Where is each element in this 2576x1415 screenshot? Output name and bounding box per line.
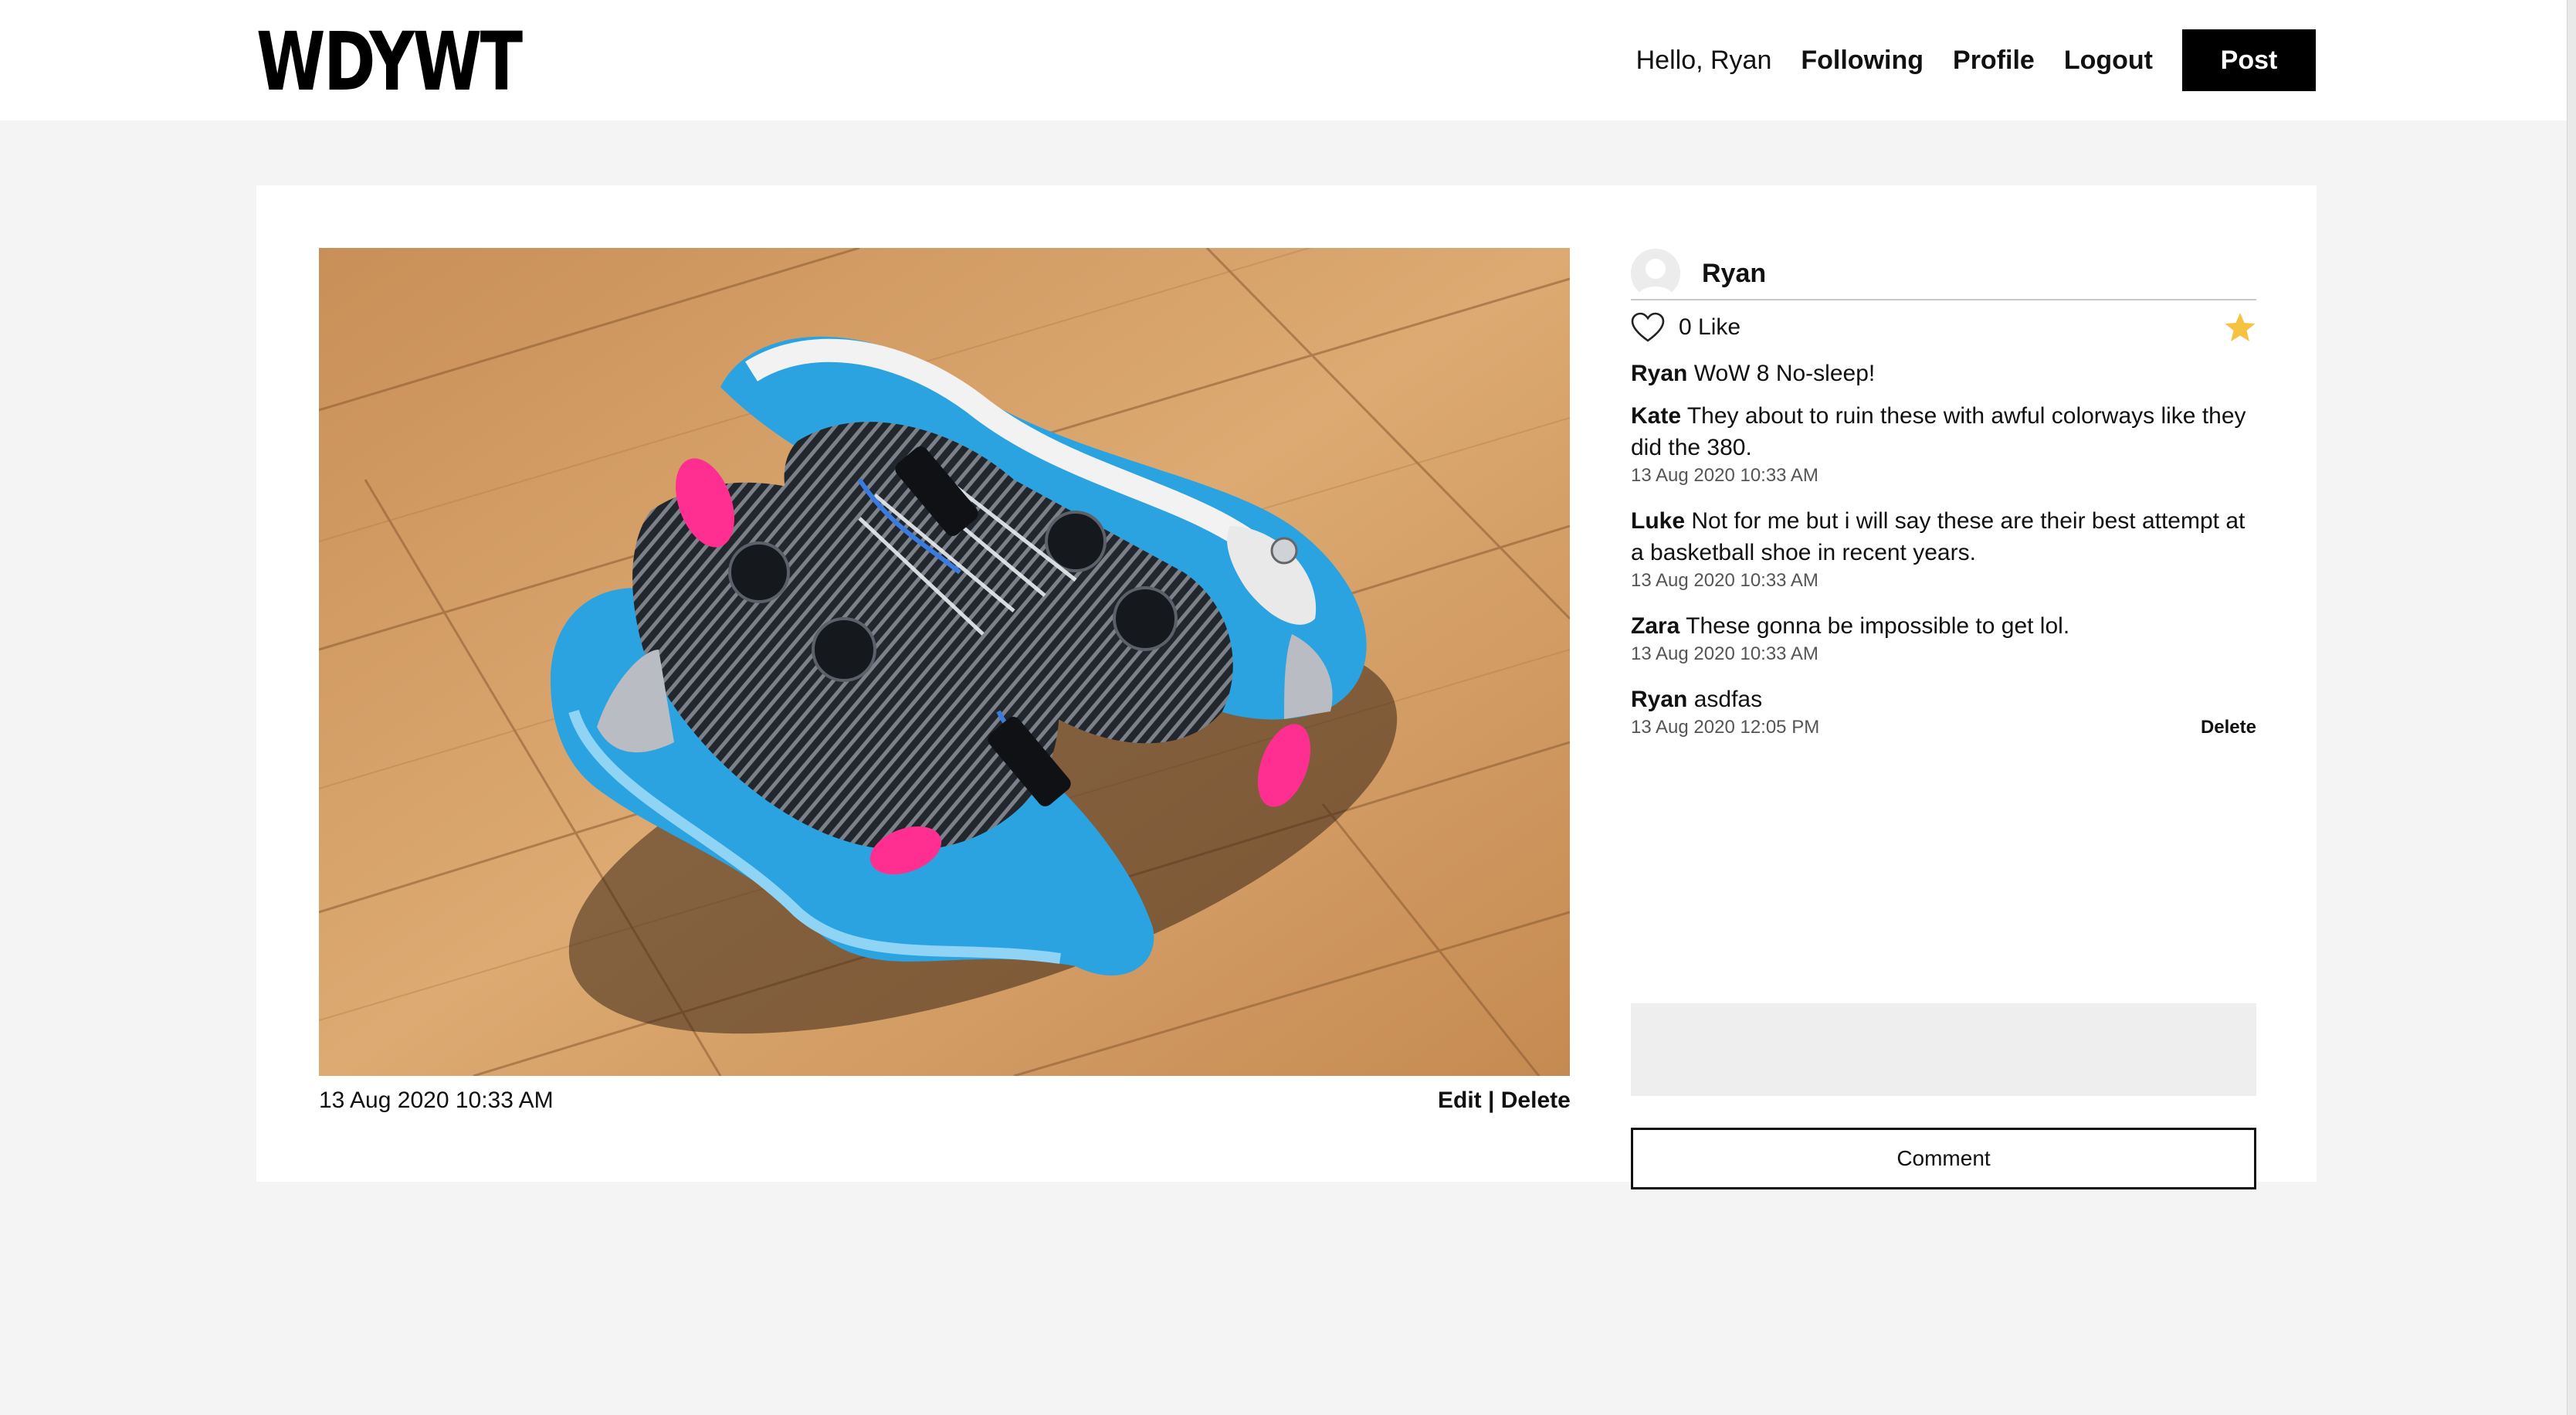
comment-item: Luke Not for me but i will say these are… <box>1631 505 2256 592</box>
comment-username[interactable]: Luke <box>1631 508 1685 534</box>
comment-timestamp: 13 Aug 2020 10:33 AM <box>1631 465 1818 486</box>
comment-item: Zara These gonna be impossible to get lo… <box>1631 610 2256 665</box>
top-nav: Hello, Ryan Following Profile Logout Pos… <box>1636 29 2316 91</box>
comment-body: asdfas <box>1693 687 1763 712</box>
comment-text-line: Luke Not for me but i will say these are… <box>1631 505 2256 568</box>
avatar[interactable] <box>1631 249 1680 298</box>
comment-username[interactable]: Ryan <box>1631 687 1687 712</box>
like-row: 0 Like <box>1631 300 2256 355</box>
sneaker-photo-illustration <box>319 248 1570 1076</box>
comment-button[interactable]: Comment <box>1631 1128 2256 1189</box>
comment-meta-row: 13 Aug 2020 10:33 AM <box>1631 465 2256 487</box>
nav-profile-link[interactable]: Profile <box>1953 46 2035 76</box>
site-logo[interactable]: WDYWT <box>256 19 523 105</box>
comment-body: Not for me but i will say these are thei… <box>1631 508 2246 565</box>
comment-text-line: Kate They about to ruin these with awful… <box>1631 400 2256 463</box>
comment-timestamp: 13 Aug 2020 12:05 PM <box>1631 717 1820 738</box>
delete-post-link[interactable]: Delete <box>1501 1088 1571 1113</box>
nav-following-link[interactable]: Following <box>1801 46 1924 76</box>
window-scrollbar[interactable] <box>2567 0 2576 1415</box>
comment-item: Kate They about to ruin these with awful… <box>1631 400 2256 487</box>
post-date: 13 Aug 2020 10:33 AM <box>319 1088 554 1113</box>
edit-post-link[interactable]: Edit <box>1438 1088 1482 1113</box>
post-actions: Edit | Delete <box>1438 1088 1571 1114</box>
comment-username[interactable]: Kate <box>1631 403 1681 429</box>
comment-text-line: Ryan WoW 8 No-sleep! <box>1631 358 2256 389</box>
post-card: 13 Aug 2020 10:33 AM Edit | Delete Ryan … <box>256 185 2317 1189</box>
comment-username[interactable]: Zara <box>1631 613 1679 639</box>
post-image <box>319 248 1570 1076</box>
comment-timestamp: 13 Aug 2020 10:33 AM <box>1631 570 1818 591</box>
comment-text-line: Ryan asdfas <box>1631 684 2256 715</box>
comment-body: These gonna be impossible to get lol. <box>1686 613 2070 639</box>
author-row: Ryan <box>1631 248 2256 300</box>
like-count: 0 Like <box>1679 314 1741 340</box>
favorite-star-icon[interactable] <box>2224 312 2256 343</box>
comment-meta-row: 13 Aug 2020 10:33 AM <box>1631 570 2256 592</box>
top-header: WDYWT Hello, Ryan Following Profile Logo… <box>0 0 2576 120</box>
comment-item: Ryan WoW 8 No-sleep! <box>1631 358 2256 389</box>
comment-item: Ryan asdfas 13 Aug 2020 12:05 PM Delete <box>1631 684 2256 738</box>
post-side-panel: Ryan 0 Like Ryan WoW 8 No-sleep! Kate Th… <box>1631 248 2256 1189</box>
comment-input[interactable] <box>1631 1003 2256 1096</box>
comment-username[interactable]: Ryan <box>1631 361 1687 386</box>
comment-timestamp: 13 Aug 2020 10:33 AM <box>1631 643 1818 664</box>
delete-comment-link[interactable]: Delete <box>2201 717 2256 738</box>
default-avatar-icon <box>1631 249 1680 298</box>
greeting-text: Hello, Ryan <box>1635 45 1772 75</box>
heart-icon[interactable] <box>1631 312 1665 343</box>
comment-text-line: Zara These gonna be impossible to get lo… <box>1631 610 2256 642</box>
comment-body: They about to ruin these with awful colo… <box>1631 403 2246 460</box>
actions-separator: | <box>1488 1088 1495 1113</box>
nav-logout-link[interactable]: Logout <box>2064 46 2153 76</box>
post-button[interactable]: Post <box>2182 29 2316 91</box>
author-name[interactable]: Ryan <box>1702 259 1766 289</box>
comment-meta-row: 13 Aug 2020 10:33 AM <box>1631 643 2256 665</box>
comment-body: WoW 8 No-sleep! <box>1693 361 1876 386</box>
comment-meta-row: 13 Aug 2020 12:05 PM Delete <box>1631 717 2256 738</box>
